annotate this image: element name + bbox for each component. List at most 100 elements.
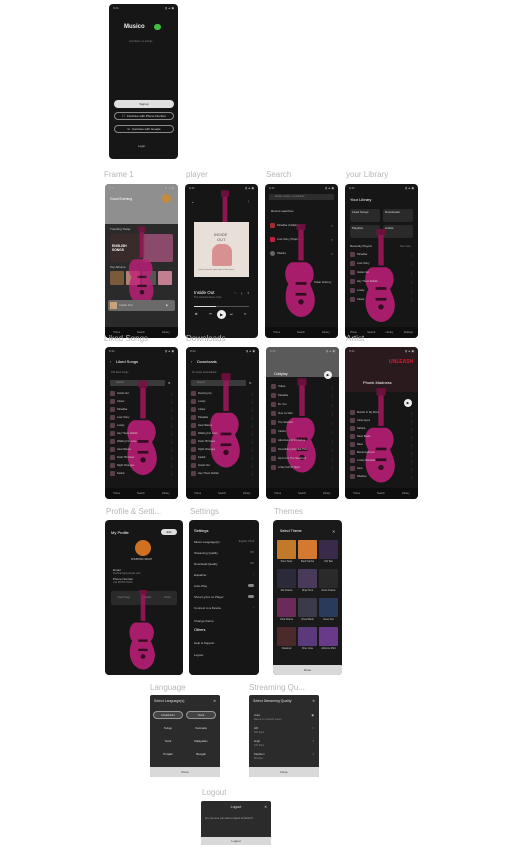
language-option[interactable]: Kannada [186,724,216,732]
nav-library[interactable]: Library [162,492,170,495]
edit-button[interactable]: Edit [161,529,177,535]
play-button[interactable]: ▶ [404,399,412,407]
chevron-down-icon[interactable]: ⌄ [191,199,194,204]
close-icon[interactable]: ✕ [330,252,333,256]
album-1[interactable] [110,271,124,285]
more-icon[interactable]: ⋮ [251,408,254,412]
download-icon[interactable]: ⤓ [241,291,242,295]
more-icon[interactable]: ⋮ [410,280,413,284]
more-icon[interactable]: ⋮ [251,448,254,452]
list-item[interactable]: Clocks ⋮ [271,428,334,435]
more-icon[interactable]: ⋮ [170,416,173,420]
progress-bar[interactable] [194,306,249,307]
more-icon[interactable]: ⋮ [170,392,173,396]
more-icon[interactable]: ⋮ [170,424,173,428]
theme-option[interactable]: Neon Fist [319,598,338,625]
more-icon[interactable]: ⋮ [331,457,334,461]
close-icon[interactable]: ✕ [330,224,333,228]
more-icon[interactable]: ⋮ [410,475,413,479]
nav-library[interactable]: Library [322,331,330,334]
list-item[interactable]: Rave ⋮ [350,441,413,448]
theme-option[interactable]: Ultra Drama [277,598,296,625]
list-item[interactable]: Paradise ⋮ [110,406,173,413]
more-icon[interactable]: ⋮ [410,298,413,302]
nav-library[interactable]: Library [402,492,410,495]
list-item[interactable]: Running Up ⋮ [191,390,254,397]
signup-button[interactable]: Signup [114,100,174,108]
list-item[interactable]: Love Story ⋮ [110,414,173,421]
login-link[interactable]: Login [138,144,145,148]
more-icon[interactable]: ⋮ [170,400,173,404]
setting-row[interactable]: Download Quality HD [194,562,254,566]
list-item[interactable]: Hey There Delilah ⋮ [350,278,413,285]
list-item[interactable]: Shadow ⋮ [350,473,413,480]
nav-search[interactable]: Search [137,492,145,495]
more-icon[interactable]: ⋮ [170,464,173,468]
more-icon[interactable]: ⋮ [410,459,413,463]
toggle-switch[interactable] [248,584,254,587]
previous-icon[interactable]: ⏮ [209,312,212,316]
more-icon[interactable]: ⋮ [410,253,413,257]
theme-option[interactable]: Shun Suite [277,540,296,567]
nav-library[interactable]: Library [323,492,331,495]
see-more-link[interactable]: See more [400,245,411,248]
theme-option[interactable]: Classical [277,627,296,654]
avatar[interactable] [162,194,171,203]
list-item[interactable]: Something Just Like This ⋮ [271,446,334,453]
theme-option[interactable]: Mix Drama [277,569,296,596]
more-icon[interactable]: ⋮ [331,466,334,470]
streaming-done-button[interactable]: Done [249,767,319,777]
language-option[interactable]: Malayalam [186,737,216,745]
next-icon[interactable]: ⏭ [230,312,233,316]
list-item[interactable]: Lovely ⋮ [350,287,413,294]
nav-search[interactable]: Search [298,492,306,495]
setting-row[interactable]: Music Language(s) English, Hindi [194,540,254,544]
more-icon[interactable]: ⋮ [170,432,173,436]
search-input[interactable]: Artists, songs, or podcasts [269,194,334,200]
nav-search[interactable]: Search [377,492,385,495]
nav-search[interactable]: Search [367,331,375,334]
more-icon[interactable]: ⋮ [331,412,334,416]
close-icon[interactable]: ✕ [330,238,333,242]
language-option[interactable]: Tamil [186,711,216,719]
theme-option[interactable]: Ghost Bank [298,598,317,625]
setting-row[interactable]: Equalizer › [194,573,254,577]
theme-option[interactable]: Retro Drama [319,569,338,596]
list-item[interactable]: Fix You ⋮ [271,401,334,408]
more-icon[interactable]: ⋮ [251,456,254,460]
theme-option[interactable]: Bank Sacha [298,540,317,567]
heart-icon[interactable]: ♡ [234,291,237,295]
list-item[interactable]: Sahara ⋮ [350,425,413,432]
list-item[interactable]: Night Changes ⋮ [191,446,254,453]
list-item[interactable]: Paradise ⋮ [350,251,413,258]
help-link[interactable]: Help & Support [194,641,214,645]
list-item[interactable]: Adventure Of A Lifetime ⋮ [271,437,334,444]
list-item[interactable]: Paradise ⋮ [191,414,254,421]
card-liked[interactable]: Liked Songs [350,209,380,222]
nav-home[interactable]: Home [353,492,360,495]
quality-option[interactable]: High 160 kbps ○ [254,739,314,747]
list-item[interactable]: Paradise ⋮ [271,392,334,399]
more-icon[interactable]: ⋮ [251,400,254,404]
list-item[interactable]: Murder In My Mind ⋮ [350,409,413,416]
nav-home[interactable]: Home [194,492,201,495]
language-option[interactable]: Tamil [153,737,183,745]
logout-link[interactable]: Logout [194,653,203,657]
more-icon[interactable]: ⋮ [251,392,254,396]
list-item[interactable]: A Sky Full Of Stars ⋮ [271,464,334,471]
list-item[interactable]: Metamorphosis ⋮ [350,449,413,456]
more-icon[interactable]: ⋮ [247,199,250,203]
album-4[interactable] [158,271,172,285]
quality-option[interactable]: Medium 96 kbps ○ [254,752,314,760]
list-item[interactable]: Closer ⋮ [110,398,173,405]
more-icon[interactable]: ⋮ [410,427,413,431]
play-button[interactable]: ▶ [324,371,332,379]
setting-row[interactable]: Connect to a Device › [194,606,254,610]
list-item[interactable]: Hymn For The Weekend ⋮ [271,455,334,462]
quality-option[interactable]: Auto Based on network speed ◉ [254,713,314,721]
clear-history-link[interactable]: Clear History [314,280,331,284]
list-item[interactable]: Heat Waves ⋮ [191,422,254,429]
list-item[interactable]: Dusk Till Dawn ⋮ [110,454,173,461]
language-done-button[interactable]: Done [150,767,220,777]
more-icon[interactable]: ⋮ [331,421,334,425]
